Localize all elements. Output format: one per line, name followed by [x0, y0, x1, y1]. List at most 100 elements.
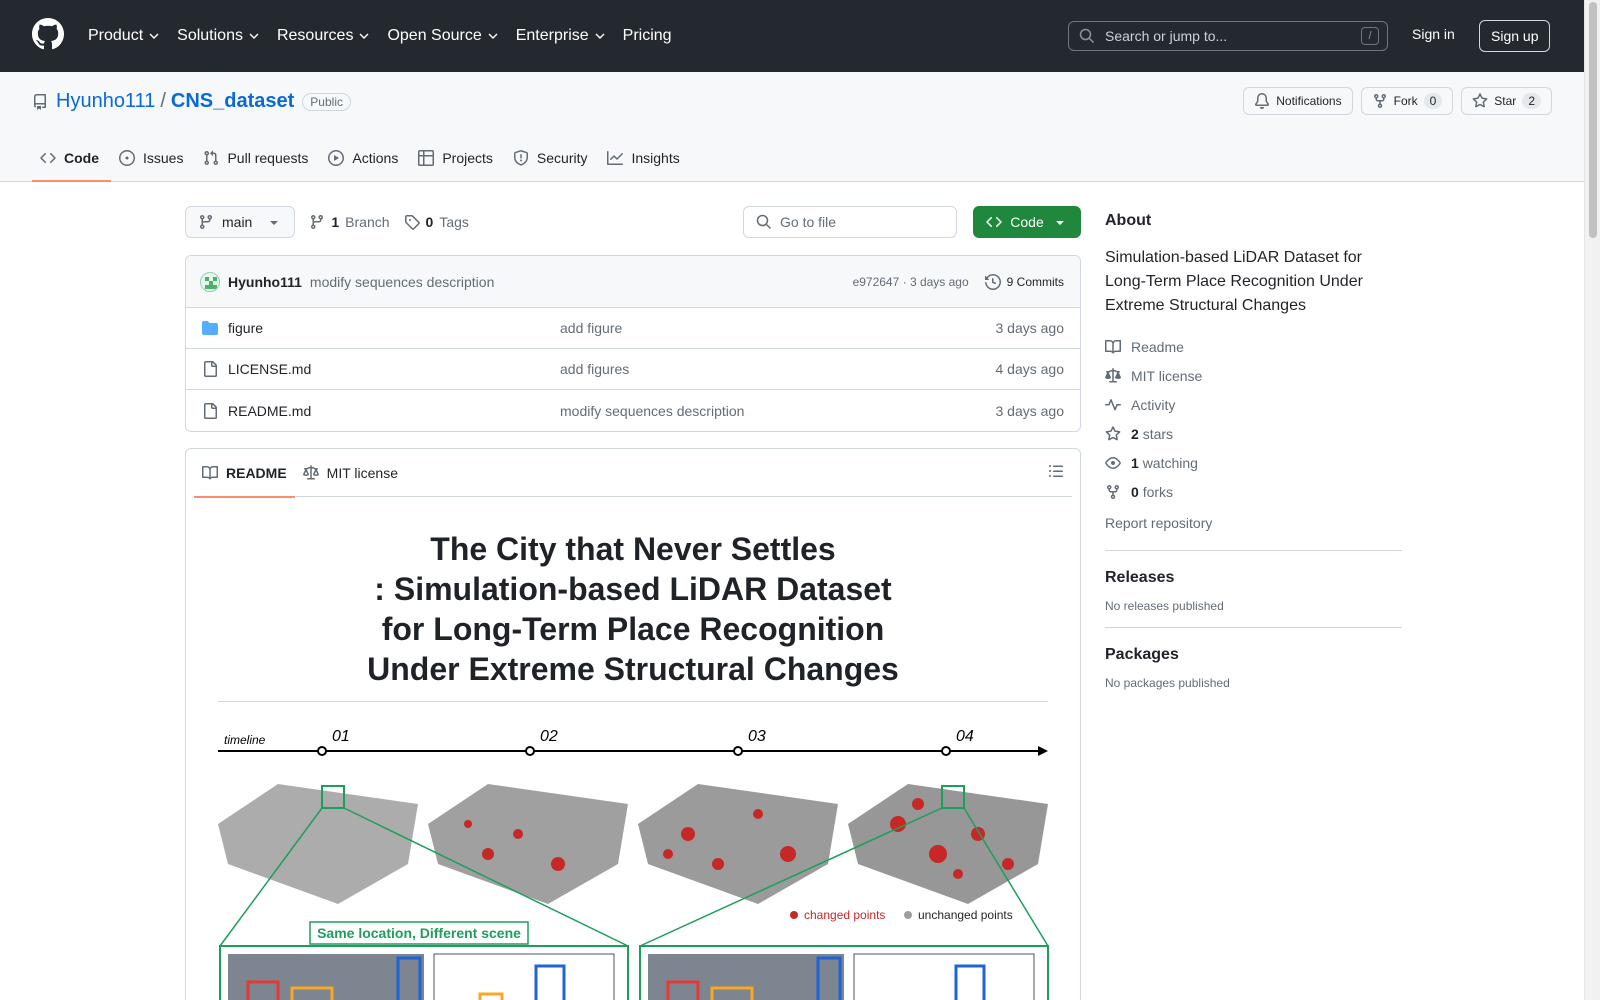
chevron-down-icon	[359, 33, 369, 39]
watching-count: 1	[1131, 454, 1139, 471]
file-commit-message[interactable]: add figures	[560, 361, 629, 377]
forks-link[interactable]: 0 forks	[1105, 477, 1402, 506]
code-button-label: Code	[1010, 214, 1044, 230]
list-unordered-icon[interactable]	[1048, 463, 1064, 479]
branches-link[interactable]: 1 Branch	[309, 214, 390, 230]
code-dropdown-button[interactable]: Code	[973, 206, 1081, 238]
go-to-file-input[interactable]: Go to file	[743, 206, 957, 238]
legend-changed: changed points	[804, 908, 885, 922]
watchers-link[interactable]: 1 watching	[1105, 448, 1402, 477]
star-icon	[1105, 425, 1121, 440]
file-icon	[204, 402, 217, 419]
timeline: timeline 01 02 03 04	[218, 728, 1048, 756]
license-link-label: MIT license	[1131, 367, 1203, 384]
scrollbar-thumb[interactable]	[1589, 2, 1597, 238]
nav-solutions[interactable]: Solutions	[177, 27, 267, 45]
repo-owner-link[interactable]: Hyunho111	[56, 90, 155, 113]
tab-code[interactable]: Code	[32, 134, 111, 182]
fork-count: 0	[1423, 93, 1443, 109]
tab-pull-requests[interactable]: Pull requests	[195, 134, 320, 182]
chevron-down-icon	[249, 33, 259, 39]
repo-name-link[interactable]: CNS_dataset	[171, 90, 294, 113]
readme-figure: timeline 01 02 03 04 changed points unch…	[218, 728, 1049, 1000]
avatar[interactable]	[200, 271, 220, 292]
tab-license[interactable]: MIT license	[295, 449, 406, 497]
activity-link-label: Activity	[1131, 396, 1176, 413]
law-icon	[1105, 367, 1121, 382]
tab-code-label: Code	[64, 150, 99, 166]
search-input[interactable]: Search or jump to... /	[1068, 21, 1388, 51]
timeline-marker: 03	[748, 728, 766, 745]
timeline-marker: 01	[332, 728, 350, 745]
file-commit-message[interactable]: modify sequences description	[560, 403, 744, 419]
file-name[interactable]: README.md	[228, 403, 558, 419]
nav-product[interactable]: Product	[88, 27, 167, 45]
watching-label: watching	[1142, 454, 1198, 471]
tab-security[interactable]: Security	[505, 134, 600, 182]
readme-panel: README MIT license The City that Never S…	[185, 448, 1081, 1000]
star-count: 2	[1522, 93, 1541, 109]
readme-link[interactable]: Readme	[1105, 332, 1402, 361]
activity-link[interactable]: Activity	[1105, 390, 1402, 419]
branch-selector[interactable]: main	[185, 206, 296, 238]
releases-heading[interactable]: Releases	[1105, 569, 1402, 587]
readme-title-line: for Long-Term Place Recognition	[381, 611, 885, 647]
repo-header: Hyunho111 / CNS_dataset Public Notificat…	[0, 72, 1584, 182]
commit-message[interactable]: modify sequences description	[310, 274, 494, 290]
pointcloud-scenes	[218, 784, 1048, 904]
nav-enterprise[interactable]: Enterprise	[516, 27, 613, 45]
tab-issues[interactable]: Issues	[111, 134, 195, 182]
main-column: main 1 Branch 0 Tags Go to file Code Hyu…	[185, 206, 1081, 1000]
stars-link[interactable]: 2 stars	[1105, 419, 1402, 448]
search-placeholder: Search or jump to...	[1105, 28, 1228, 44]
sign-in-link[interactable]: Sign in	[1412, 26, 1455, 42]
caret-down-icon	[270, 221, 279, 225]
file-commit-message[interactable]: add figure	[560, 320, 622, 336]
fork-button[interactable]: Fork 0	[1360, 87, 1454, 115]
tab-actions[interactable]: Actions	[320, 134, 410, 182]
nav-solutions-label: Solutions	[177, 27, 243, 44]
nav-resources-label: Resources	[276, 27, 354, 44]
star-label: Star	[1494, 94, 1517, 108]
table-row[interactable]: figure add figure 3 days ago	[186, 308, 1080, 349]
timeline-label: timeline	[224, 733, 266, 747]
file-name[interactable]: figure	[228, 320, 558, 336]
eye-icon	[1105, 456, 1121, 469]
tag-count: 0	[425, 214, 434, 230]
forks-label: forks	[1142, 483, 1174, 500]
table-row[interactable]: README.md modify sequences description 3…	[186, 390, 1080, 431]
branch-name: main	[222, 214, 253, 230]
nav-open-source[interactable]: Open Source	[387, 27, 505, 45]
sign-up-button[interactable]: Sign up	[1479, 20, 1551, 52]
commit-author[interactable]: Hyunho111	[228, 274, 302, 290]
search-shortcut-badge: /	[1361, 27, 1379, 45]
tab-projects-label: Projects	[442, 150, 493, 166]
nav-pricing[interactable]: Pricing	[623, 27, 680, 45]
notifications-button[interactable]: Notifications	[1243, 87, 1353, 115]
graph-icon	[607, 151, 624, 165]
packages-heading[interactable]: Packages	[1105, 646, 1402, 664]
tab-readme[interactable]: README	[194, 449, 295, 498]
nav-resources[interactable]: Resources	[277, 27, 377, 45]
report-repository-link[interactable]: Report repository	[1105, 510, 1402, 536]
file-name[interactable]: LICENSE.md	[228, 361, 558, 377]
pulse-icon	[1105, 398, 1121, 410]
tab-actions-label: Actions	[352, 150, 399, 166]
branch-icon	[311, 215, 324, 230]
code-icon	[986, 216, 1003, 228]
tab-insights[interactable]: Insights	[599, 134, 691, 182]
chevron-down-icon	[595, 33, 605, 39]
about-links: Readme MIT license Activity 2 stars 1 wa…	[1105, 332, 1402, 506]
global-nav: Product Solutions Resources Open Source …	[88, 0, 690, 72]
star-button[interactable]: Star 2	[1461, 87, 1552, 115]
commit-hash-time[interactable]: e972647 · 3 days ago	[853, 275, 969, 289]
about-description: Simulation-based LiDAR Dataset for Long-…	[1105, 249, 1363, 314]
table-row[interactable]: LICENSE.md add figures 4 days ago	[186, 349, 1080, 390]
license-link[interactable]: MIT license	[1105, 361, 1402, 390]
page-scrollbar[interactable]	[1584, 0, 1600, 1000]
github-logo-icon[interactable]	[32, 18, 64, 50]
tab-projects[interactable]: Projects	[410, 134, 505, 182]
tags-link[interactable]: 0 Tags	[404, 214, 469, 230]
file-date: 4 days ago	[995, 361, 1065, 377]
commits-history-link[interactable]: 9 Commits	[984, 273, 1064, 290]
